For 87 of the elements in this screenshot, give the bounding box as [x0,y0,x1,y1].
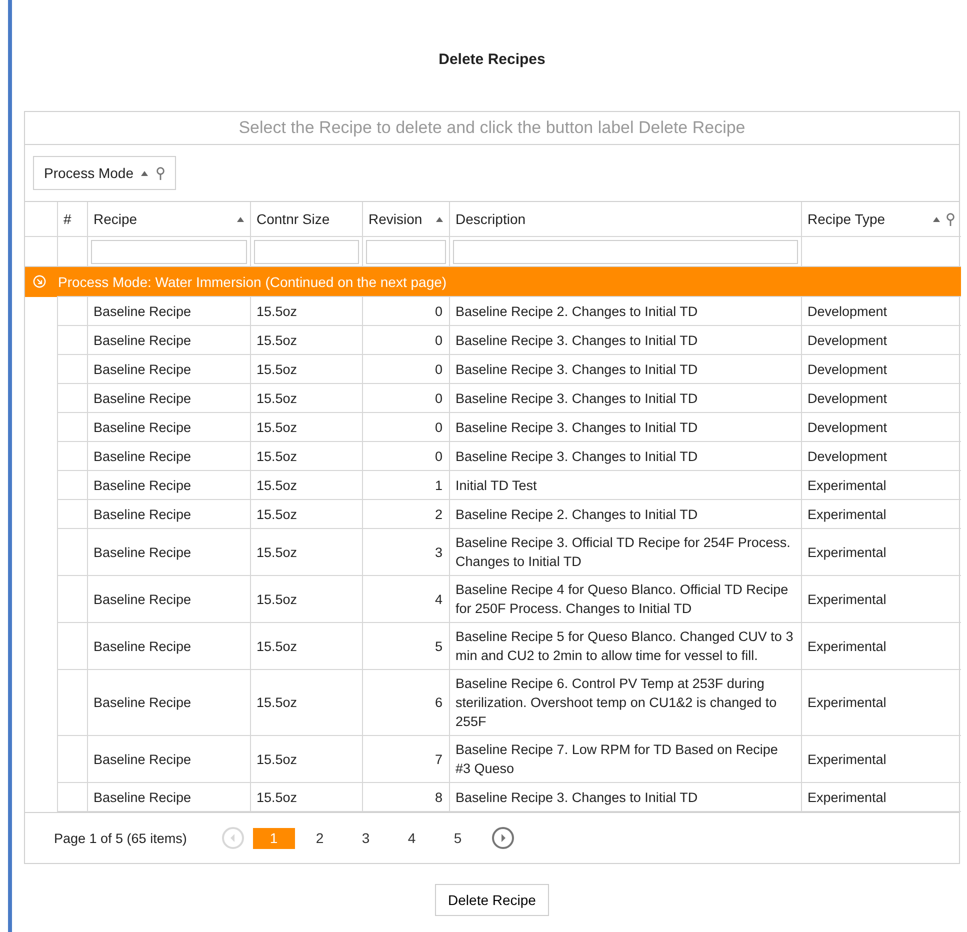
filter-pin-icon[interactable] [156,166,166,180]
table-cell: 15.5oz [250,470,362,500]
table-cell: 0 [362,442,449,470]
table-cell: 0 [362,384,449,412]
column-header-label: # [64,211,72,227]
table-cell: Baseline Recipe [87,326,250,354]
table-cell: 8 [362,782,449,812]
table-cell: Development [801,296,961,326]
table-cell: Baseline Recipe [87,528,250,576]
table-cell: Baseline Recipe [87,670,250,736]
table-cell: Baseline Recipe [87,782,250,812]
table-cell: 0 [362,326,449,354]
table-cell: 0 [362,354,449,384]
table-cell: 2 [362,500,449,528]
table-cell: 15.5oz [250,576,362,622]
grid-caption: Select the Recipe to delete and click the button label Delete Recipe [25,112,959,145]
column-header[interactable]: Recipe [87,202,250,236]
filter-pin-icon[interactable] [946,212,955,226]
table-cell: Baseline Recipe 3. Changes to Initial TD [449,782,801,812]
filter-input-field[interactable] [254,240,358,264]
column-header-label: Recipe Type [808,211,886,227]
page-number-button[interactable]: 2 [298,828,341,848]
table-cell: Initial TD Test [449,470,801,500]
filter-input-field[interactable] [366,240,446,264]
table-cell: Baseline Recipe [87,500,250,528]
table-cell: 15.5oz [250,782,362,812]
group-row-label: Process Mode: Water Immersion (Continued on the next page) [58,274,447,290]
column-header-label: Contnr Size [256,211,330,227]
column-header[interactable]: Revision [362,202,449,236]
table-cell: Baseline Recipe [87,296,250,326]
delete-recipe-button[interactable]: Delete Recipe [435,884,549,916]
table-cell: Baseline Recipe 5 for Queso Blanco. Changed CUV to 3 min and CU2 to 2min to allow time for vessel to fill. [449,622,801,670]
filter-input-field[interactable] [452,240,798,264]
table-cell: 7 [362,736,449,782]
table-cell: 15.5oz [250,354,362,384]
column-header[interactable]: Recipe Type [801,202,961,236]
filter-input-field[interactable] [90,240,246,264]
table-cell: Baseline Recipe 3. Changes to Initial TD [449,442,801,470]
table-cell: Baseline Recipe 3. Official TD Recipe for 254F Process. Changes to Initial TD [449,528,801,576]
table-cell: Baseline Recipe 6. Control PV Temp at 253F during sterilization. Overshoot temp on CU1&2 is changed to 255F [449,670,801,736]
collapse-circle-icon[interactable] [33,275,46,288]
column-header-label: Description [456,211,526,227]
table-cell: 4 [362,576,449,622]
table-cell: 15.5oz [250,622,362,670]
table-cell: 15.5oz [250,296,362,326]
column-header[interactable]: Description [449,202,801,236]
table-cell: Baseline Recipe [87,576,250,622]
table-cell: 3 [362,528,449,576]
table-cell: 15.5oz [250,528,362,576]
column-header[interactable]: # [57,202,87,236]
group-chip-label: Process Mode [44,165,134,181]
table-cell: Baseline Recipe [87,354,250,384]
column-header-label: Recipe [94,211,138,227]
table-cell: 15.5oz [250,412,362,442]
table-cell: 15.5oz [250,736,362,782]
table-cell: 5 [362,622,449,670]
table-cell: 0 [362,412,449,442]
table-cell: Baseline Recipe 3. Changes to Initial TD [449,326,801,354]
page-number-button[interactable]: 3 [344,828,387,848]
table-cell: Baseline Recipe 7. Low RPM for TD Based on Recipe #3 Queso [449,736,801,782]
column-header[interactable]: Contnr Size [250,202,362,236]
table-cell: 1 [362,470,449,500]
table-cell: Baseline Recipe [87,470,250,500]
table-cell: Baseline Recipe 3. Changes to Initial TD [449,354,801,384]
page-title: Delete Recipes [438,51,546,69]
page-number-button[interactable]: 4 [390,828,433,848]
table-cell: Baseline Recipe [87,384,250,412]
table-cell: Baseline Recipe [87,622,250,670]
page-number-button[interactable]: 5 [436,828,479,848]
table-cell: 15.5oz [250,442,362,470]
table-cell: Baseline Recipe [87,736,250,782]
table-cell: 15.5oz [250,326,362,354]
table-cell: Baseline Recipe 4 for Queso Blanco. Official TD Recipe for 250F Process. Changes to Initial TD [449,576,801,622]
table-cell: Baseline Recipe 2. Changes to Initial TD [449,500,801,528]
table-cell: 6 [362,670,449,736]
column-header-label: Revision [368,211,422,227]
group-chip[interactable]: Process Mode [33,156,176,190]
table-cell: Baseline Recipe 3. Changes to Initial TD [449,412,801,442]
table-cell: 15.5oz [250,670,362,736]
table-cell: 15.5oz [250,384,362,412]
table-cell: Baseline Recipe 3. Changes to Initial TD [449,384,801,412]
table-cell: 0 [362,296,449,326]
table-cell: Baseline Recipe 2. Changes to Initial TD [449,296,801,326]
table-cell: Baseline Recipe [87,442,250,470]
table-cell: Baseline Recipe [87,412,250,442]
pager-summary: Page 1 of 5 (65 items) [54,830,187,846]
table-cell: 15.5oz [250,500,362,528]
